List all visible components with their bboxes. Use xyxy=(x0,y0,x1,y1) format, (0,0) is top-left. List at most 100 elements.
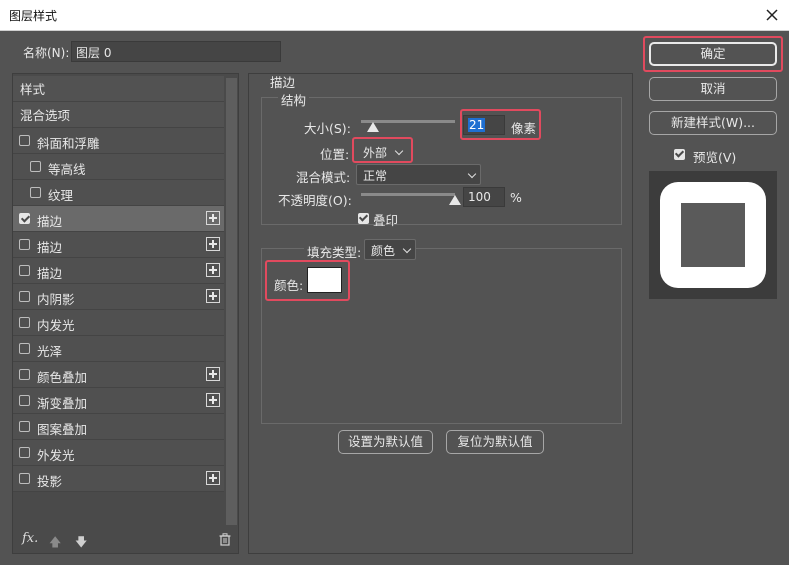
name-label: 名称(N): xyxy=(23,46,70,60)
styles-list-footer: fx. 🡅 🡇 xyxy=(13,527,238,553)
add-stroke-icon[interactable] xyxy=(206,211,220,225)
checkbox-inner-shadow[interactable] xyxy=(19,291,30,302)
style-item-label: 斜面和浮雕 xyxy=(37,136,100,151)
add-stroke-icon[interactable] xyxy=(206,237,220,251)
blending-options-item[interactable]: 混合选项 xyxy=(13,102,224,128)
blending-options-label: 混合选项 xyxy=(20,108,71,123)
size-label: 大小(S): xyxy=(304,121,351,136)
chevron-down-icon xyxy=(402,244,412,254)
style-item-label: 纹理 xyxy=(48,188,74,203)
position-label: 位置: xyxy=(320,147,350,162)
new-style-button[interactable]: 新建样式(W)... xyxy=(649,111,777,135)
fill-type-dropdown[interactable]: 颜色 xyxy=(364,239,416,260)
styles-header-label: 样式 xyxy=(20,82,46,97)
opacity-unit: % xyxy=(510,190,522,205)
style-item-gradient-overlay[interactable]: 渐变叠加 xyxy=(13,388,224,414)
style-item-texture[interactable]: 纹理 xyxy=(13,180,224,206)
add-color-overlay-icon[interactable] xyxy=(206,367,220,381)
set-default-button[interactable]: 设置为默认值 xyxy=(338,430,433,454)
opacity-input[interactable]: 100 xyxy=(463,187,505,207)
style-item-drop-shadow[interactable]: 投影 xyxy=(13,466,224,492)
style-item-label: 内发光 xyxy=(37,318,75,333)
blend-mode-label: 混合模式: xyxy=(296,170,351,185)
style-item-label: 描边 xyxy=(37,240,63,255)
overprint-checkbox[interactable] xyxy=(358,213,369,224)
stroke-section-title: 描边 xyxy=(270,75,296,90)
checkbox-pattern-overlay[interactable] xyxy=(19,421,30,432)
style-item-label: 描边 xyxy=(37,214,63,229)
color-highlight xyxy=(265,260,350,301)
checkbox-contour[interactable] xyxy=(30,161,41,172)
style-item-stroke-1[interactable]: 描边 xyxy=(13,206,224,232)
opacity-slider-track[interactable] xyxy=(361,193,455,196)
style-item-stroke-3[interactable]: 描边 xyxy=(13,258,224,284)
size-highlight xyxy=(460,109,541,140)
move-up-icon[interactable]: 🡅 xyxy=(49,533,61,554)
add-inner-shadow-icon[interactable] xyxy=(206,289,220,303)
preview-checkbox[interactable] xyxy=(674,149,685,160)
fill-type-label: 填充类型: xyxy=(304,242,365,261)
style-item-label: 内阴影 xyxy=(37,292,75,307)
styles-header[interactable]: 样式 xyxy=(13,76,224,102)
styles-list-panel: 样式 混合选项 斜面和浮雕 等高线 纹理 描边 描边 描边 内阴影 内发光 光泽… xyxy=(12,73,239,554)
checkbox-stroke-2[interactable] xyxy=(19,239,30,250)
style-item-label: 图案叠加 xyxy=(37,422,88,437)
style-item-label: 外发光 xyxy=(37,448,75,463)
checkbox-color-overlay[interactable] xyxy=(19,369,30,380)
preview-thumbnail xyxy=(649,171,777,299)
layer-name-input[interactable]: 图层 0 xyxy=(71,41,281,62)
overprint-label: 叠印 xyxy=(373,213,399,228)
chevron-down-icon xyxy=(467,169,477,179)
style-item-label: 颜色叠加 xyxy=(37,370,88,385)
styles-list: 样式 混合选项 斜面和浮雕 等高线 纹理 描边 描边 描边 内阴影 内发光 光泽… xyxy=(13,76,224,492)
checkbox-gradient-overlay[interactable] xyxy=(19,395,30,406)
reset-default-button[interactable]: 复位为默认值 xyxy=(446,430,544,454)
style-item-stroke-2[interactable]: 描边 xyxy=(13,232,224,258)
blend-mode-value: 正常 xyxy=(363,169,388,183)
position-highlight xyxy=(352,137,413,163)
preview-stroke-shape xyxy=(660,182,766,288)
style-item-inner-glow[interactable]: 内发光 xyxy=(13,310,224,336)
style-item-pattern-overlay[interactable]: 图案叠加 xyxy=(13,414,224,440)
checkbox-stroke-1[interactable] xyxy=(19,213,30,224)
style-item-label: 光泽 xyxy=(37,344,63,359)
add-drop-shadow-icon[interactable] xyxy=(206,471,220,485)
checkbox-outer-glow[interactable] xyxy=(19,447,30,458)
style-item-bevel-emboss[interactable]: 斜面和浮雕 xyxy=(13,128,224,154)
fx-icon[interactable]: fx. xyxy=(22,531,38,546)
window-title: 图层样式 xyxy=(9,9,58,23)
close-icon[interactable] xyxy=(763,6,781,24)
checkbox-bevel-emboss[interactable] xyxy=(19,135,30,146)
style-item-outer-glow[interactable]: 外发光 xyxy=(13,440,224,466)
checkbox-texture[interactable] xyxy=(30,187,41,198)
style-item-satin[interactable]: 光泽 xyxy=(13,336,224,362)
checkbox-satin[interactable] xyxy=(19,343,30,354)
title-bar: 图层样式 xyxy=(0,0,789,31)
checkbox-drop-shadow[interactable] xyxy=(19,473,30,484)
opacity-label: 不透明度(O): xyxy=(278,193,352,208)
style-item-label: 渐变叠加 xyxy=(37,396,88,411)
fill-type-value: 颜色 xyxy=(371,244,396,258)
preview-layer-shape xyxy=(681,203,745,267)
style-item-label: 描边 xyxy=(37,266,63,281)
structure-group-title: 结构 xyxy=(278,90,310,109)
blend-mode-dropdown[interactable]: 正常 xyxy=(356,164,481,185)
add-stroke-icon[interactable] xyxy=(206,263,220,277)
size-slider-thumb[interactable] xyxy=(367,122,379,132)
cancel-button[interactable]: 取消 xyxy=(649,77,777,101)
checkbox-stroke-3[interactable] xyxy=(19,265,30,276)
ok-button[interactable]: 确定 xyxy=(649,42,777,66)
style-item-label: 投影 xyxy=(37,474,63,489)
checkbox-inner-glow[interactable] xyxy=(19,317,30,328)
style-item-contour[interactable]: 等高线 xyxy=(13,154,224,180)
add-gradient-overlay-icon[interactable] xyxy=(206,393,220,407)
stroke-settings-panel: 描边 结构 大小(S): 21 像素 位置: 外部 混合模式: 正常 不透明度(… xyxy=(248,73,633,554)
style-item-label: 等高线 xyxy=(48,162,86,177)
style-item-inner-shadow[interactable]: 内阴影 xyxy=(13,284,224,310)
styles-list-scrollbar[interactable] xyxy=(226,78,237,525)
trash-icon[interactable] xyxy=(219,533,231,546)
move-down-icon[interactable]: 🡇 xyxy=(75,533,87,554)
opacity-slider-thumb[interactable] xyxy=(449,195,461,205)
preview-label: 预览(V) xyxy=(693,150,737,165)
style-item-color-overlay[interactable]: 颜色叠加 xyxy=(13,362,224,388)
